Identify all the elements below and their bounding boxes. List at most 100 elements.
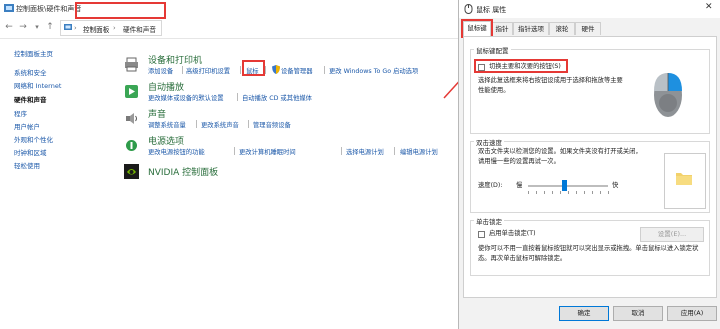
link-separator [248, 120, 249, 128]
speed-fast-label: 快 [612, 182, 619, 189]
click-lock-description: 使你可以不用一直按着鼠标按钮就可以突出显示或拖拽。单击鼠标以进入锁定状态。再次单… [478, 245, 699, 262]
link-edit-power-plan[interactable]: 编辑电源计划 [400, 147, 438, 156]
control-panel-small-icon [64, 24, 72, 30]
link-separator [240, 66, 241, 74]
link-advanced-printer[interactable]: 高级打印机设置 [186, 66, 230, 75]
section-title-power[interactable]: 电源选项 [148, 134, 184, 147]
nvidia-icon[interactable] [124, 164, 139, 179]
link-separator [237, 93, 238, 101]
control-panel-icon [4, 4, 14, 12]
recent-dropdown-icon[interactable]: ▾ [32, 21, 42, 33]
slider-tick [560, 191, 561, 194]
speed-slider-track[interactable] [528, 185, 608, 187]
apply-button[interactable]: 应用(A) [667, 306, 717, 321]
switch-buttons-description: 选择此复选框来将右按钮设成用于选择和拖放等主要性能使用。 [478, 77, 623, 94]
link-sleep-time[interactable]: 更改计算机睡眠时间 [239, 147, 296, 156]
link-system-volume[interactable]: 调整系统音量 [148, 120, 186, 129]
group-label-double-click: 双击速度 [474, 137, 504, 147]
link-device-manager[interactable]: 设备管理器 [281, 66, 312, 75]
link-power-plan[interactable]: 选择电源计划 [346, 147, 384, 156]
sidebar-item-hardware-sound[interactable]: 硬件和声音 [14, 94, 47, 104]
mouse-properties-dialog: 鼠标 属性 ✕ 鼠标键 指针 指针选项 滚轮 硬件 鼠标键配置 切换主要和次要的… [458, 0, 720, 329]
section-title-autoplay[interactable]: 自动播放 [148, 80, 184, 93]
sidebar-item-user-accounts[interactable]: 用户帐户 [14, 121, 40, 131]
mouse-illustration-icon [654, 73, 682, 117]
sidebar-item-home[interactable]: 控制面板主页 [14, 48, 53, 58]
speaker-icon[interactable] [124, 111, 139, 126]
autoplay-icon[interactable] [124, 84, 139, 99]
speed-slider-ticks [528, 191, 609, 194]
slider-tick [536, 191, 537, 194]
section-title-sound[interactable]: 声音 [148, 107, 166, 120]
slider-tick [584, 191, 585, 194]
group-label-button-config: 鼠标键配置 [474, 45, 511, 55]
link-power-button[interactable]: 更改电源按钮的功能 [148, 147, 205, 156]
sidebar-item-programs[interactable]: 程序 [14, 108, 27, 118]
slider-tick [592, 191, 593, 194]
click-lock-checkbox[interactable] [478, 231, 485, 238]
forward-arrow-icon[interactable]: → [18, 21, 28, 33]
shield-icon [272, 65, 280, 74]
chevron-right-icon: › [113, 24, 116, 32]
speed-slow-label: 慢 [516, 182, 523, 189]
up-arrow-icon[interactable]: ↑ [45, 21, 55, 33]
slider-tick [528, 191, 529, 194]
link-autoplay-cd[interactable]: 自动播放 CD 或其他媒体 [242, 93, 312, 102]
address-bar[interactable]: › 控制面板 › 硬件和声音 [60, 20, 162, 36]
dialog-title-bar: 鼠标 属性 ✕ [459, 0, 720, 18]
power-icon[interactable] [124, 138, 139, 153]
ok-button[interactable]: 确定 [559, 306, 609, 321]
annotation-box-mouse-link [242, 60, 265, 76]
click-lock-settings-button[interactable]: 设置(E)... [640, 227, 704, 242]
navigation-bar: ← → ▾ ↑ › 控制面板 › 硬件和声音 [0, 16, 458, 39]
section-title-devices[interactable]: 设备和打印机 [148, 53, 202, 66]
sidebar-item-system-security[interactable]: 系统和安全 [14, 67, 47, 77]
link-default-media[interactable]: 更改媒体或设备的默认设置 [148, 93, 224, 102]
close-icon[interactable]: ✕ [705, 2, 713, 12]
sidebar-item-network[interactable]: 网络和 Internet [14, 80, 61, 90]
mouse-icon [464, 4, 473, 14]
link-separator [265, 66, 266, 74]
sidebar-item-ease-of-access[interactable]: 轻松使用 [14, 160, 40, 170]
tab-hardware[interactable]: 硬件 [575, 22, 601, 35]
link-separator [324, 66, 325, 74]
dialog-body: 鼠标键配置 切换主要和次要的按钮(S) 选择此复选框来将右按钮设成用于选择和拖放… [463, 36, 717, 298]
speed-slider-thumb[interactable] [561, 180, 567, 191]
back-arrow-icon[interactable]: ← [4, 21, 14, 33]
printer-icon[interactable] [124, 57, 139, 72]
link-separator [341, 147, 342, 155]
slider-tick [600, 191, 601, 194]
sidebar-item-clock-region[interactable]: 时钟和区域 [14, 147, 47, 157]
link-separator [234, 147, 235, 155]
annotation-box-switch-checkbox [474, 59, 568, 73]
slider-tick [552, 191, 553, 194]
group-label-click-lock: 单击锁定 [474, 216, 504, 226]
chevron-right-icon: › [74, 24, 77, 32]
speed-label: 速度(D): [478, 182, 503, 189]
click-lock-label[interactable]: 启用单击锁定(T) [489, 229, 536, 239]
dialog-tabs: 鼠标键 指针 指针选项 滚轮 硬件 [463, 21, 717, 36]
link-add-device[interactable]: 添加设备 [148, 66, 173, 75]
slider-tick [608, 191, 609, 194]
link-windows-to-go[interactable]: 更改 Windows To Go 启动选项 [329, 66, 418, 75]
breadcrumb-control-panel[interactable]: 控制面板 [83, 24, 109, 34]
control-panel-window: 控制面板\硬件和声音 ← → ▾ ↑ › 控制面板 › 硬件和声音 控制面板主页… [0, 0, 458, 329]
folder-icon[interactable] [675, 170, 693, 186]
tab-pointers[interactable]: 指针 [491, 22, 513, 35]
window-title: 控制面板\硬件和声音 [16, 5, 82, 13]
test-folder-area[interactable] [664, 153, 706, 209]
tab-wheel[interactable]: 滚轮 [549, 22, 575, 35]
annotation-box-breadcrumb [75, 2, 166, 19]
cancel-button[interactable]: 取消 [613, 306, 663, 321]
sidebar-item-appearance[interactable]: 外观和个性化 [14, 134, 53, 144]
slider-tick [568, 191, 569, 194]
title-bar: 控制面板\硬件和声音 [0, 0, 458, 16]
tab-pointer-options[interactable]: 指针选项 [513, 22, 549, 35]
breadcrumb-hardware-sound[interactable]: 硬件和声音 [123, 24, 156, 34]
section-title-nvidia[interactable]: NVIDIA 控制面板 [148, 165, 218, 178]
slider-tick [576, 191, 577, 194]
link-separator [182, 66, 183, 74]
link-system-sounds[interactable]: 更改系统声音 [201, 120, 239, 129]
slider-tick [544, 191, 545, 194]
link-audio-devices[interactable]: 管理音频设备 [253, 120, 291, 129]
